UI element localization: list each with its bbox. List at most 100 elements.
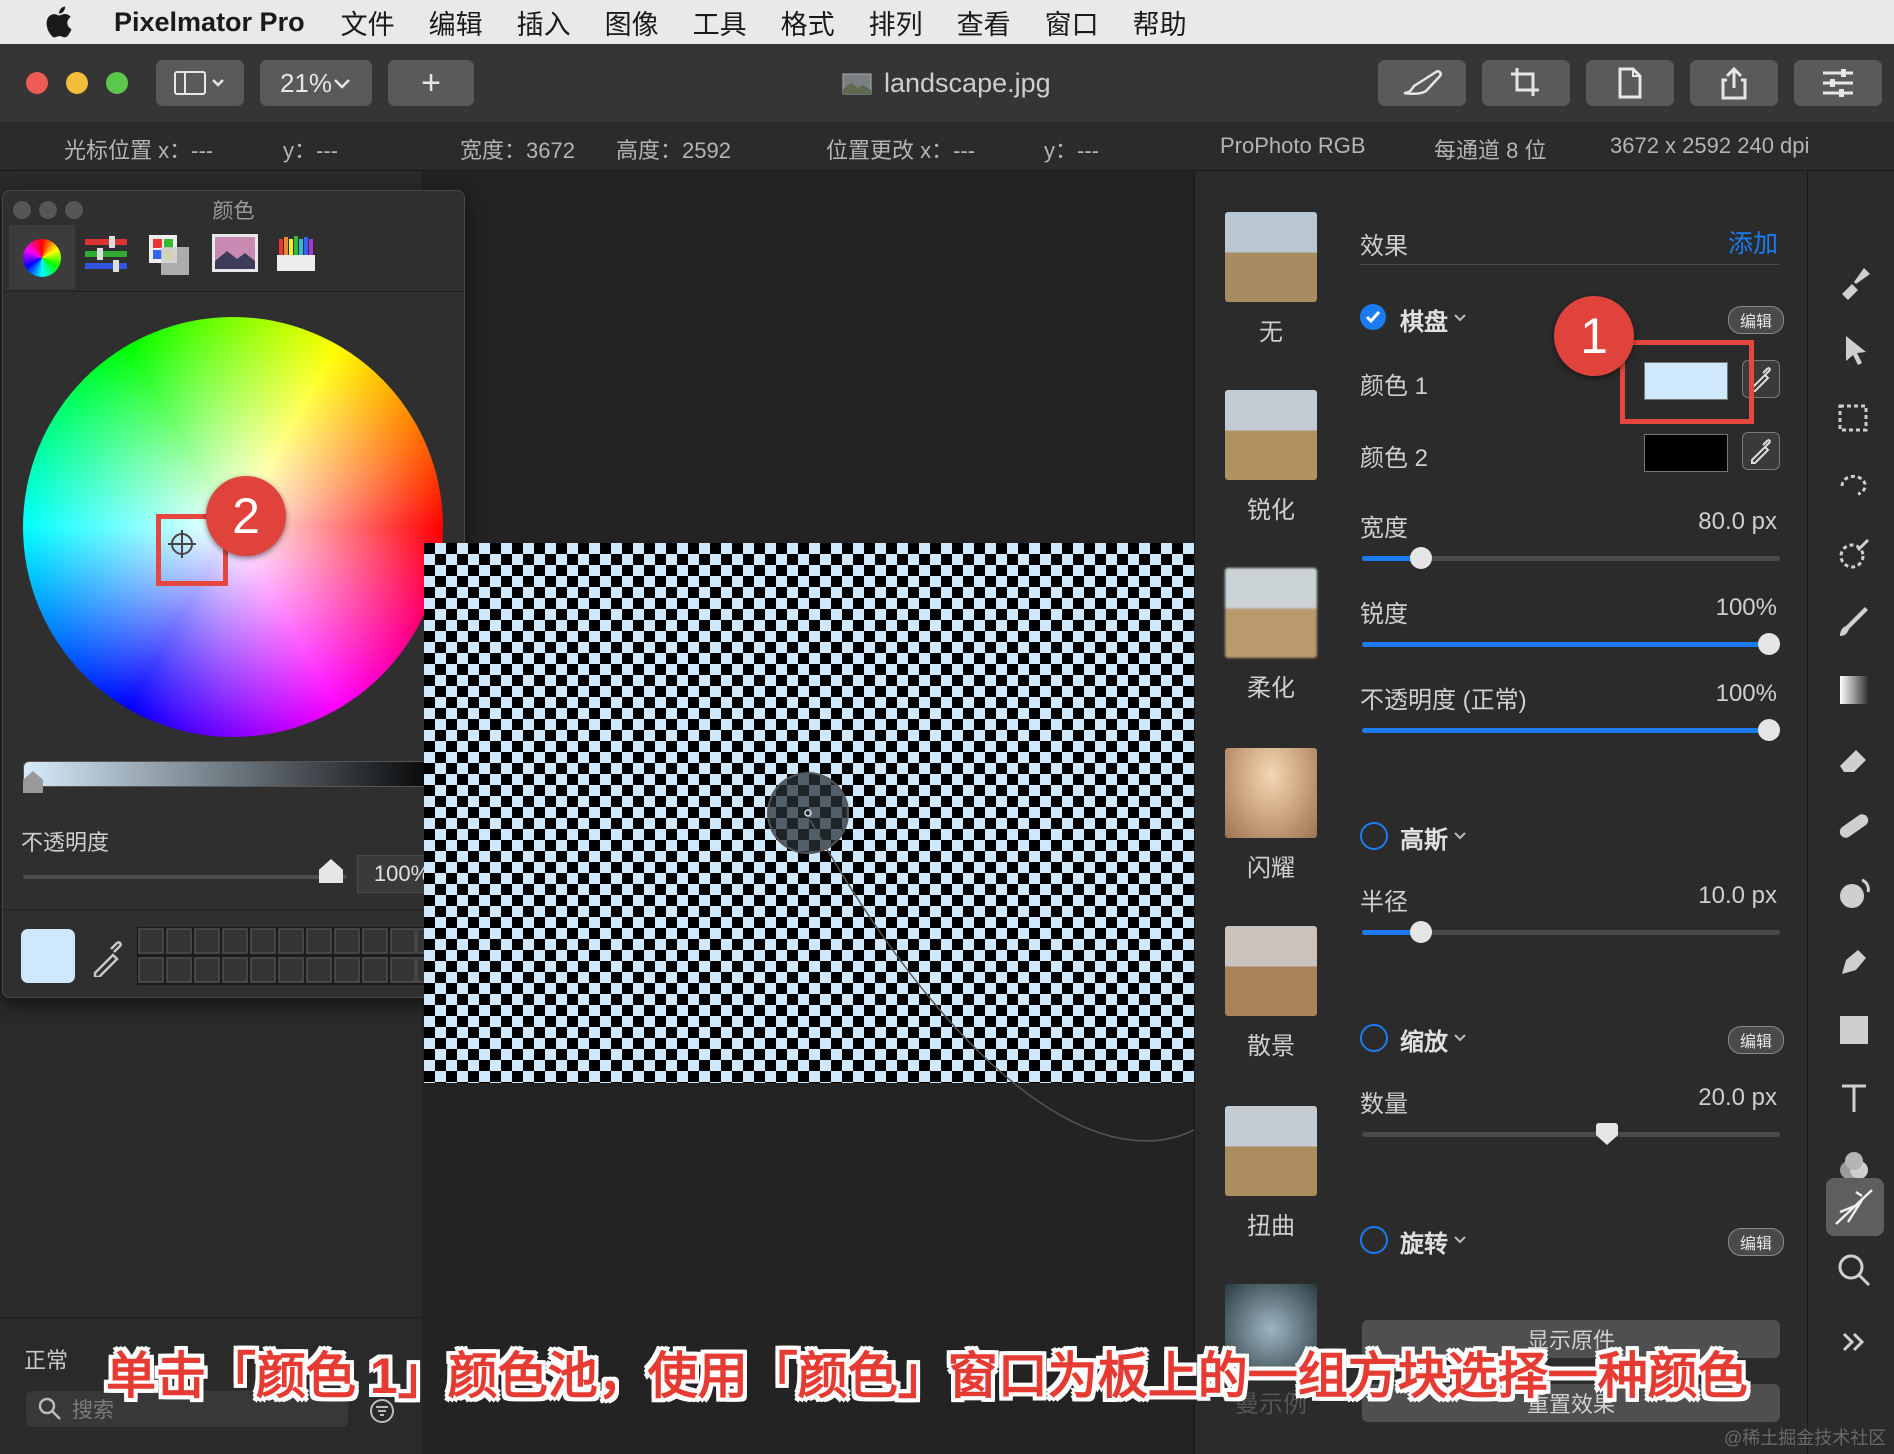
checkerboard-effect-name[interactable]: 棋盘 <box>1400 302 1448 337</box>
rotate-effect-name[interactable]: 旋转 <box>1400 1224 1448 1259</box>
preset-label[interactable]: 闪耀 <box>1200 848 1342 883</box>
slider-knob[interactable] <box>1758 633 1780 655</box>
format-brush-button[interactable] <box>1378 60 1466 106</box>
preset-label[interactable]: 锐化 <box>1200 490 1342 525</box>
chevron-down-icon[interactable] <box>1452 1234 1468 1246</box>
search-icon <box>38 1397 61 1420</box>
preset-label[interactable]: 散景 <box>1200 1026 1342 1061</box>
chevron-down-icon[interactable] <box>1452 312 1468 324</box>
quick-selection-tool-icon[interactable] <box>1834 466 1874 506</box>
radius-value[interactable]: 10.0 px <box>1698 882 1777 910</box>
menu-help[interactable]: 帮助 <box>1133 3 1187 42</box>
document-button[interactable] <box>1586 60 1674 106</box>
paint-tool-icon[interactable] <box>1834 602 1874 642</box>
sharpness-value[interactable]: 100% <box>1716 594 1777 622</box>
checkerboard-edit-button[interactable]: 编辑 <box>1728 306 1784 334</box>
amount-value[interactable]: 20.0 px <box>1698 1084 1777 1112</box>
color2-eyedropper-button[interactable] <box>1742 432 1780 470</box>
share-button[interactable] <box>1690 60 1778 106</box>
adjustments-button[interactable] <box>1794 60 1882 106</box>
width-slider[interactable] <box>1362 547 1780 569</box>
preset-label[interactable]: 无 <box>1200 312 1342 347</box>
crop-icon <box>1511 68 1539 96</box>
gaussian-effect-name[interactable]: 高斯 <box>1400 820 1448 855</box>
sliders-tab-icon[interactable] <box>83 235 129 275</box>
color-swatch-grid[interactable] <box>137 927 443 985</box>
zoom-edit-button[interactable]: 编辑 <box>1728 1026 1784 1054</box>
tab-color-wheel[interactable] <box>9 225 75 289</box>
eyedropper-icon[interactable] <box>89 937 125 977</box>
opacity-slider[interactable] <box>23 875 347 879</box>
zoom-window-button[interactable] <box>106 72 128 94</box>
zoom-enabled-checkbox[interactable] <box>1360 1024 1388 1052</box>
rotate-enabled-checkbox[interactable] <box>1360 1226 1388 1254</box>
menu-file[interactable]: 文件 <box>341 3 395 42</box>
arrange-tool-icon[interactable] <box>1834 330 1874 370</box>
chevron-down-icon[interactable] <box>1452 1032 1468 1044</box>
apple-icon[interactable] <box>40 2 80 42</box>
blend-mode-label[interactable]: 正常 <box>24 1343 68 1375</box>
repair-tool-icon[interactable] <box>1834 806 1874 846</box>
slider-knob[interactable] <box>1410 921 1432 943</box>
crayons-tab-icon[interactable] <box>277 231 317 273</box>
zoom-tool-icon[interactable] <box>1834 1250 1874 1290</box>
menu-insert[interactable]: 插入 <box>517 3 571 42</box>
crop-button[interactable] <box>1482 60 1570 106</box>
type-tool-icon[interactable] <box>1834 1078 1874 1118</box>
preset-thumbnail[interactable] <box>1225 748 1317 838</box>
slider-knob[interactable] <box>1410 547 1432 569</box>
menu-format[interactable]: 格式 <box>781 3 835 42</box>
width-value[interactable]: 80.0 px <box>1698 508 1777 536</box>
effect-opacity-slider[interactable] <box>1362 719 1780 741</box>
menu-tools[interactable]: 工具 <box>693 3 747 42</box>
radius-slider[interactable] <box>1362 921 1780 943</box>
preset-thumbnail[interactable] <box>1225 926 1317 1016</box>
gaussian-enabled-checkbox[interactable] <box>1360 822 1388 850</box>
shape-tool-icon[interactable] <box>1834 1010 1874 1050</box>
amount-slider[interactable] <box>1362 1123 1780 1145</box>
color2-well[interactable] <box>1644 434 1728 472</box>
preset-thumbnail[interactable] <box>1225 568 1317 658</box>
brightness-slider[interactable] <box>23 761 445 787</box>
effects-tool-button[interactable] <box>1826 1178 1884 1236</box>
slider-knob[interactable] <box>1758 719 1780 741</box>
menu-arrange[interactable]: 排列 <box>869 3 923 42</box>
preset-thumbnail[interactable] <box>1225 1106 1317 1196</box>
add-button[interactable]: + <box>388 60 474 106</box>
opacity-slider-knob[interactable] <box>319 859 343 883</box>
chevron-down-icon[interactable] <box>1452 830 1468 842</box>
preset-label[interactable]: 柔化 <box>1200 668 1342 703</box>
gradient-tool-icon[interactable] <box>1834 670 1874 710</box>
distort-tool-icon[interactable] <box>1834 874 1874 914</box>
sidebar-toggle-button[interactable] <box>156 60 244 106</box>
image-palette-tab-icon[interactable] <box>211 233 259 273</box>
preset-label[interactable]: 扭曲 <box>1200 1206 1342 1241</box>
color-adjust-tool-icon[interactable] <box>1834 534 1874 574</box>
palettes-tab-icon[interactable] <box>147 233 191 277</box>
style-tool-icon[interactable] <box>1834 262 1874 302</box>
effect-opacity-label[interactable]: 不透明度 (正常) <box>1360 680 1527 715</box>
preset-thumbnail[interactable] <box>1225 212 1317 302</box>
selection-tool-icon[interactable] <box>1834 398 1874 438</box>
image-height: 高度：2592 <box>616 138 731 163</box>
empty-swatches[interactable] <box>137 927 443 985</box>
effect-opacity-value[interactable]: 100% <box>1716 680 1777 708</box>
current-color-swatch[interactable] <box>21 929 75 983</box>
zoom-effect-name[interactable]: 缩放 <box>1400 1022 1448 1057</box>
pen-tool-icon[interactable] <box>1834 942 1874 982</box>
rotate-edit-button[interactable]: 编辑 <box>1728 1228 1784 1256</box>
menu-view[interactable]: 查看 <box>957 3 1011 42</box>
sharpness-slider[interactable] <box>1362 633 1780 655</box>
preset-thumbnail[interactable] <box>1225 390 1317 480</box>
menu-app-name[interactable]: Pixelmator Pro <box>114 7 305 38</box>
menu-edit[interactable]: 编辑 <box>429 3 483 42</box>
close-window-button[interactable] <box>26 72 48 94</box>
menu-window[interactable]: 窗口 <box>1045 3 1099 42</box>
minimize-window-button[interactable] <box>66 72 88 94</box>
more-tools-icon[interactable] <box>1834 1322 1874 1362</box>
eraser-tool-icon[interactable] <box>1834 738 1874 778</box>
add-effect-button[interactable]: 添加 <box>1728 224 1778 260</box>
checkerboard-enabled-checkbox[interactable] <box>1360 304 1386 330</box>
zoom-dropdown[interactable]: 21% <box>260 60 372 106</box>
menu-image[interactable]: 图像 <box>605 3 659 42</box>
